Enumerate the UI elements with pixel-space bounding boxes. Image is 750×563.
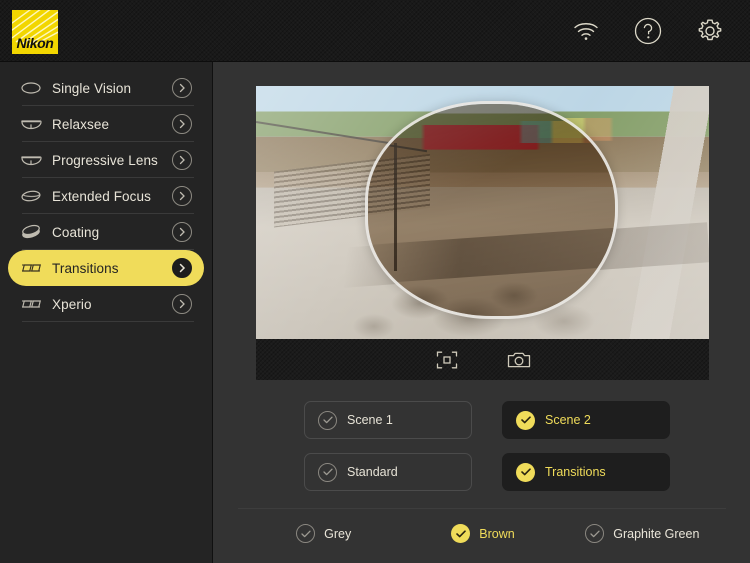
nikon-logo-text: Nikon xyxy=(16,35,54,51)
option-button-grid: Scene 1 Scene 2 Standard Transitions xyxy=(304,401,674,491)
chevron-right-icon[interactable] xyxy=(172,222,192,242)
check-circle-icon xyxy=(318,410,337,430)
check-circle-icon xyxy=(585,524,605,543)
sidebar-row: Transitions xyxy=(0,250,212,286)
help-icon[interactable] xyxy=(630,13,666,49)
option-transitions[interactable]: Transitions xyxy=(502,453,670,491)
sidebar-item-single-vision[interactable]: Single Vision xyxy=(8,70,204,106)
camera-icon[interactable] xyxy=(502,345,536,375)
lens-gloss xyxy=(367,104,616,316)
sidebar-item-xperio[interactable]: Xperio xyxy=(8,286,204,322)
tint-label: Graphite Green xyxy=(613,526,700,541)
sidebar-item-label: Xperio xyxy=(52,296,92,312)
wifi-icon[interactable] xyxy=(568,13,604,49)
gear-icon[interactable] xyxy=(692,13,728,49)
lens-transitions-icon xyxy=(18,262,44,274)
lens-extended-focus-icon xyxy=(18,188,44,204)
main-content: Scene 1 Scene 2 Standard Transitions Gre… xyxy=(214,62,750,563)
viewer-toolbar xyxy=(256,339,709,380)
lens-xperio-icon xyxy=(18,298,44,310)
app-root: Nikon Single Vision Relaxsee Progressive… xyxy=(0,0,750,563)
lens-relaxsee-icon xyxy=(18,116,44,132)
sidebar-item-label: Relaxsee xyxy=(52,116,110,132)
sidebar-item-relaxsee[interactable]: Relaxsee xyxy=(8,106,204,142)
chevron-right-icon[interactable] xyxy=(172,78,192,98)
sidebar-item-label: Single Vision xyxy=(52,80,132,96)
chevron-right-icon[interactable] xyxy=(172,258,192,278)
sidebar-item-coating[interactable]: Coating xyxy=(8,214,204,250)
sidebar-row: Extended Focus xyxy=(0,178,212,214)
option-label: Standard xyxy=(347,465,398,479)
option-label: Scene 2 xyxy=(545,413,591,427)
option-scene-1[interactable]: Scene 1 xyxy=(304,401,472,439)
tint-option-brown[interactable]: Brown xyxy=(403,524,562,543)
sidebar-row: Progressive Lens xyxy=(0,142,212,178)
check-circle-icon xyxy=(516,410,535,430)
chevron-right-icon[interactable] xyxy=(172,150,192,170)
lens-progressive-icon xyxy=(18,152,44,168)
sidebar: Single Vision Relaxsee Progressive Lens … xyxy=(0,62,213,563)
fullscreen-icon[interactable] xyxy=(430,345,464,375)
tint-option-row: Grey Brown Graphite Green xyxy=(244,524,722,543)
option-standard[interactable]: Standard xyxy=(304,453,472,491)
tint-option-grey[interactable]: Grey xyxy=(244,524,403,543)
sidebar-item-label: Transitions xyxy=(52,260,119,276)
sidebar-item-label: Coating xyxy=(52,224,100,240)
nikon-logo: Nikon xyxy=(12,10,58,54)
option-scene-2[interactable]: Scene 2 xyxy=(502,401,670,439)
check-circle-icon xyxy=(451,524,471,543)
app-header: Nikon xyxy=(0,0,750,62)
sidebar-row: Coating xyxy=(0,214,212,250)
sidebar-row: Single Vision xyxy=(0,70,212,106)
chevron-right-icon[interactable] xyxy=(172,114,192,134)
lens-single-vision-icon xyxy=(18,80,44,96)
lens-overlay xyxy=(364,101,619,319)
chevron-right-icon[interactable] xyxy=(172,294,192,314)
lens-coating-icon xyxy=(18,224,44,240)
sidebar-item-label: Extended Focus xyxy=(52,188,151,204)
tint-option-graphite-green[interactable]: Graphite Green xyxy=(563,524,722,543)
sidebar-item-extended-focus[interactable]: Extended Focus xyxy=(8,178,204,214)
tint-label: Brown xyxy=(479,526,515,541)
sidebar-item-label: Progressive Lens xyxy=(52,152,158,168)
check-circle-icon xyxy=(516,462,535,482)
sidebar-row: Xperio xyxy=(0,286,212,322)
option-label: Scene 1 xyxy=(347,413,393,427)
check-circle-icon xyxy=(296,524,316,543)
header-icon-group xyxy=(568,13,728,49)
tint-label: Grey xyxy=(324,526,352,541)
sidebar-row: Relaxsee xyxy=(0,106,212,142)
chevron-right-icon[interactable] xyxy=(172,186,192,206)
section-divider xyxy=(238,508,726,509)
check-circle-icon xyxy=(318,462,337,482)
option-label: Transitions xyxy=(545,465,606,479)
lens-preview-viewer[interactable] xyxy=(256,86,709,339)
sidebar-item-progressive-lens[interactable]: Progressive Lens xyxy=(8,142,204,178)
sidebar-item-transitions[interactable]: Transitions xyxy=(8,250,204,286)
